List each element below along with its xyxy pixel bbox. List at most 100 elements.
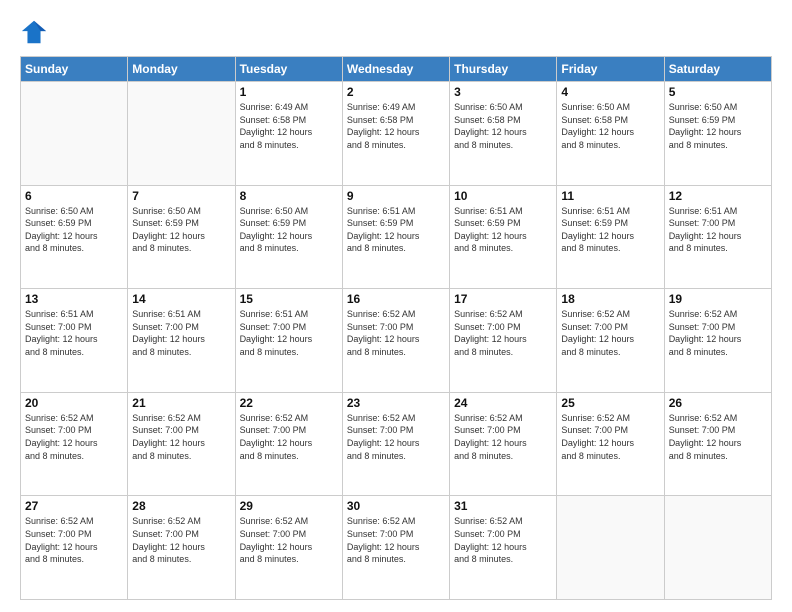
calendar-cell: 10 Sunrise: 6:51 AM Sunset: 6:59 PM Dayli… <box>450 185 557 289</box>
calendar-cell: 21 Sunrise: 6:52 AM Sunset: 7:00 PM Dayli… <box>128 392 235 496</box>
calendar-cell: 26Sunrise: 6:52 AM Sunset: 7:00 PM Dayli… <box>664 392 771 496</box>
day-info: Sunrise: 6:51 AM Sunset: 6:59 PM Dayligh… <box>561 205 659 255</box>
day-number: 1 <box>240 85 338 99</box>
calendar-cell: 13 Sunrise: 6:51 AM Sunset: 7:00 PM Dayli… <box>21 289 128 393</box>
weekday-header-wednesday: Wednesday <box>342 57 449 82</box>
calendar-cell: 16 Sunrise: 6:52 AM Sunset: 7:00 PM Dayli… <box>342 289 449 393</box>
day-number: 11 <box>561 189 659 203</box>
weekday-header-thursday: Thursday <box>450 57 557 82</box>
calendar-cell: 12 Sunrise: 6:51 AM Sunset: 7:00 PM Dayli… <box>664 185 771 289</box>
day-info: Sunrise: 6:52 AM Sunset: 7:00 PM Dayligh… <box>347 515 445 565</box>
calendar-cell: 20 Sunrise: 6:52 AM Sunset: 7:00 PM Dayli… <box>21 392 128 496</box>
day-number: 9 <box>347 189 445 203</box>
day-info: Sunrise: 6:52 AM Sunset: 7:00 PM Dayligh… <box>240 412 338 462</box>
day-number: 30 <box>347 499 445 513</box>
calendar-cell <box>557 496 664 600</box>
calendar-cell <box>664 496 771 600</box>
day-number: 12 <box>669 189 767 203</box>
calendar-cell: 29 Sunrise: 6:52 AM Sunset: 7:00 PM Dayli… <box>235 496 342 600</box>
day-number: 23 <box>347 396 445 410</box>
calendar-cell <box>21 82 128 186</box>
day-info: Sunrise: 6:52 AM Sunset: 7:00 PM Dayligh… <box>347 308 445 358</box>
logo <box>20 18 50 46</box>
calendar-week-3: 13 Sunrise: 6:51 AM Sunset: 7:00 PM Dayli… <box>21 289 772 393</box>
calendar-cell: 28 Sunrise: 6:52 AM Sunset: 7:00 PM Dayli… <box>128 496 235 600</box>
page: SundayMondayTuesdayWednesdayThursdayFrid… <box>0 0 792 612</box>
calendar-cell: 2 Sunrise: 6:49 AM Sunset: 6:58 PM Daylig… <box>342 82 449 186</box>
header <box>20 18 772 46</box>
calendar-week-4: 20 Sunrise: 6:52 AM Sunset: 7:00 PM Dayli… <box>21 392 772 496</box>
day-info: Sunrise: 6:52 AM Sunset: 7:00 PM Dayligh… <box>132 412 230 462</box>
calendar-cell: 18 Sunrise: 6:52 AM Sunset: 7:00 PM Dayli… <box>557 289 664 393</box>
day-info: Sunrise: 6:52 AM Sunset: 7:00 PM Dayligh… <box>454 308 552 358</box>
day-info: Sunrise: 6:51 AM Sunset: 6:59 PM Dayligh… <box>454 205 552 255</box>
day-info: Sunrise: 6:50 AM Sunset: 6:59 PM Dayligh… <box>240 205 338 255</box>
day-info: Sunrise: 6:52 AM Sunset: 7:00 PM Dayligh… <box>25 412 123 462</box>
calendar-cell: 1 Sunrise: 6:49 AM Sunset: 6:58 PM Daylig… <box>235 82 342 186</box>
calendar-cell: 31 Sunrise: 6:52 AM Sunset: 7:00 PM Dayli… <box>450 496 557 600</box>
day-number: 18 <box>561 292 659 306</box>
day-number: 24 <box>454 396 552 410</box>
calendar-cell: 9Sunrise: 6:51 AM Sunset: 6:59 PM Daylig… <box>342 185 449 289</box>
calendar-cell: 14Sunrise: 6:51 AM Sunset: 7:00 PM Dayli… <box>128 289 235 393</box>
day-number: 22 <box>240 396 338 410</box>
day-number: 15 <box>240 292 338 306</box>
day-info: Sunrise: 6:52 AM Sunset: 7:00 PM Dayligh… <box>454 515 552 565</box>
day-info: Sunrise: 6:51 AM Sunset: 7:00 PM Dayligh… <box>240 308 338 358</box>
calendar-cell: 3Sunrise: 6:50 AM Sunset: 6:58 PM Daylig… <box>450 82 557 186</box>
calendar-cell: 24Sunrise: 6:52 AM Sunset: 7:00 PM Dayli… <box>450 392 557 496</box>
day-info: Sunrise: 6:49 AM Sunset: 6:58 PM Dayligh… <box>240 101 338 151</box>
calendar-cell <box>128 82 235 186</box>
day-number: 21 <box>132 396 230 410</box>
weekday-header-row: SundayMondayTuesdayWednesdayThursdayFrid… <box>21 57 772 82</box>
calendar-cell: 17Sunrise: 6:52 AM Sunset: 7:00 PM Dayli… <box>450 289 557 393</box>
day-number: 8 <box>240 189 338 203</box>
calendar-cell: 11 Sunrise: 6:51 AM Sunset: 6:59 PM Dayli… <box>557 185 664 289</box>
calendar-week-5: 27 Sunrise: 6:52 AM Sunset: 7:00 PM Dayli… <box>21 496 772 600</box>
weekday-header-saturday: Saturday <box>664 57 771 82</box>
calendar-table: SundayMondayTuesdayWednesdayThursdayFrid… <box>20 56 772 600</box>
calendar-cell: 30 Sunrise: 6:52 AM Sunset: 7:00 PM Dayli… <box>342 496 449 600</box>
day-info: Sunrise: 6:52 AM Sunset: 7:00 PM Dayligh… <box>561 308 659 358</box>
day-number: 3 <box>454 85 552 99</box>
day-number: 31 <box>454 499 552 513</box>
day-number: 2 <box>347 85 445 99</box>
day-number: 13 <box>25 292 123 306</box>
day-info: Sunrise: 6:49 AM Sunset: 6:58 PM Dayligh… <box>347 101 445 151</box>
day-number: 19 <box>669 292 767 306</box>
calendar-cell: 8 Sunrise: 6:50 AM Sunset: 6:59 PM Daylig… <box>235 185 342 289</box>
day-info: Sunrise: 6:51 AM Sunset: 7:00 PM Dayligh… <box>669 205 767 255</box>
day-number: 28 <box>132 499 230 513</box>
day-info: Sunrise: 6:52 AM Sunset: 7:00 PM Dayligh… <box>561 412 659 462</box>
calendar-cell: 25 Sunrise: 6:52 AM Sunset: 7:00 PM Dayli… <box>557 392 664 496</box>
day-number: 10 <box>454 189 552 203</box>
day-number: 6 <box>25 189 123 203</box>
day-number: 7 <box>132 189 230 203</box>
calendar-cell: 15 Sunrise: 6:51 AM Sunset: 7:00 PM Dayli… <box>235 289 342 393</box>
day-number: 25 <box>561 396 659 410</box>
day-info: Sunrise: 6:51 AM Sunset: 7:00 PM Dayligh… <box>25 308 123 358</box>
day-number: 27 <box>25 499 123 513</box>
day-number: 16 <box>347 292 445 306</box>
day-info: Sunrise: 6:50 AM Sunset: 6:59 PM Dayligh… <box>25 205 123 255</box>
day-info: Sunrise: 6:50 AM Sunset: 6:59 PM Dayligh… <box>669 101 767 151</box>
calendar-cell: 6 Sunrise: 6:50 AM Sunset: 6:59 PM Daylig… <box>21 185 128 289</box>
day-info: Sunrise: 6:50 AM Sunset: 6:58 PM Dayligh… <box>561 101 659 151</box>
day-info: Sunrise: 6:52 AM Sunset: 7:00 PM Dayligh… <box>240 515 338 565</box>
day-info: Sunrise: 6:52 AM Sunset: 7:00 PM Dayligh… <box>347 412 445 462</box>
weekday-header-tuesday: Tuesday <box>235 57 342 82</box>
calendar-cell: 22 Sunrise: 6:52 AM Sunset: 7:00 PM Dayli… <box>235 392 342 496</box>
weekday-header-monday: Monday <box>128 57 235 82</box>
day-number: 26 <box>669 396 767 410</box>
day-number: 20 <box>25 396 123 410</box>
weekday-header-sunday: Sunday <box>21 57 128 82</box>
day-info: Sunrise: 6:50 AM Sunset: 6:59 PM Dayligh… <box>132 205 230 255</box>
weekday-header-friday: Friday <box>557 57 664 82</box>
day-info: Sunrise: 6:52 AM Sunset: 7:00 PM Dayligh… <box>669 308 767 358</box>
day-info: Sunrise: 6:52 AM Sunset: 7:00 PM Dayligh… <box>132 515 230 565</box>
day-number: 4 <box>561 85 659 99</box>
day-info: Sunrise: 6:52 AM Sunset: 7:00 PM Dayligh… <box>25 515 123 565</box>
calendar-cell: 19 Sunrise: 6:52 AM Sunset: 7:00 PM Dayli… <box>664 289 771 393</box>
calendar-week-1: 1 Sunrise: 6:49 AM Sunset: 6:58 PM Daylig… <box>21 82 772 186</box>
day-number: 29 <box>240 499 338 513</box>
